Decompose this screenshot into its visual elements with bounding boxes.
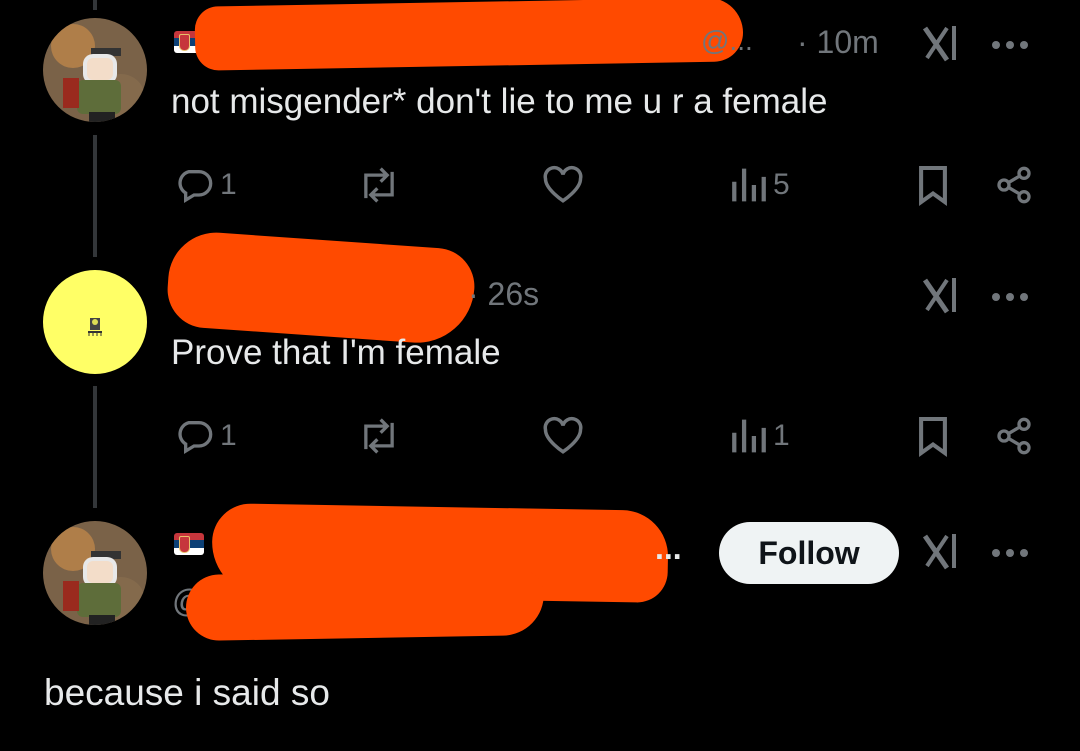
thread-line-1 <box>93 135 97 257</box>
share-nodes-icon <box>997 166 1031 204</box>
views-button[interactable]: 5 <box>731 164 790 206</box>
view-count: 5 <box>773 168 790 201</box>
grok-icon[interactable] <box>921 24 965 64</box>
avatar[interactable] <box>43 521 147 625</box>
heart-icon <box>543 416 583 454</box>
reply-button[interactable]: 1 <box>174 164 237 206</box>
bookmark-icon <box>919 416 947 457</box>
redaction-handle-3 <box>185 568 545 642</box>
bookmark-button[interactable] <box>916 415 950 457</box>
bookmark-button[interactable] <box>916 164 950 206</box>
bar-chart-icon <box>732 419 766 453</box>
more-options-icon[interactable] <box>992 546 1038 560</box>
post-text: not misgender* don't lie to me u r a fem… <box>171 82 828 121</box>
reply-count: 1 <box>220 419 237 452</box>
post-text: because i said so <box>44 672 330 713</box>
post-handle[interactable]: @... <box>701 25 753 57</box>
avatar[interactable] <box>43 270 147 374</box>
avatar[interactable] <box>43 18 147 122</box>
repost-arrows-icon <box>364 418 394 454</box>
share-button[interactable] <box>994 164 1034 206</box>
bar-chart-icon <box>732 168 766 202</box>
view-count: 1 <box>773 419 790 452</box>
share-button[interactable] <box>994 415 1034 457</box>
post-text: Prove that I'm female <box>171 333 501 372</box>
reply-count: 1 <box>220 168 237 201</box>
reply-button[interactable]: 1 <box>174 415 237 457</box>
post-timestamp[interactable]: · 26s <box>468 276 539 313</box>
grok-icon[interactable] <box>921 276 965 316</box>
post-timestamp[interactable]: · 10m <box>797 24 879 61</box>
like-button[interactable] <box>542 415 584 457</box>
redaction-name-2 <box>165 229 477 347</box>
speech-bubble-icon <box>178 421 213 454</box>
heart-icon <box>543 165 583 203</box>
thread-line-2 <box>93 386 97 508</box>
more-options-icon[interactable] <box>992 290 1038 304</box>
follow-button[interactable]: Follow <box>719 522 899 584</box>
repost-arrows-icon <box>364 167 394 203</box>
speech-bubble-icon <box>178 170 213 203</box>
repost-button[interactable] <box>356 164 402 206</box>
bookmark-icon <box>919 165 947 206</box>
like-button[interactable] <box>542 164 584 206</box>
name-ellipsis: ... <box>655 530 682 566</box>
share-nodes-icon <box>997 417 1031 455</box>
serbia-flag-icon <box>174 533 204 555</box>
repost-button[interactable] <box>356 415 402 457</box>
grok-icon[interactable] <box>921 532 965 572</box>
views-button[interactable]: 1 <box>731 415 790 457</box>
thread-line-top <box>93 0 97 10</box>
redaction-name-1 <box>194 0 744 71</box>
more-options-icon[interactable] <box>992 38 1038 52</box>
